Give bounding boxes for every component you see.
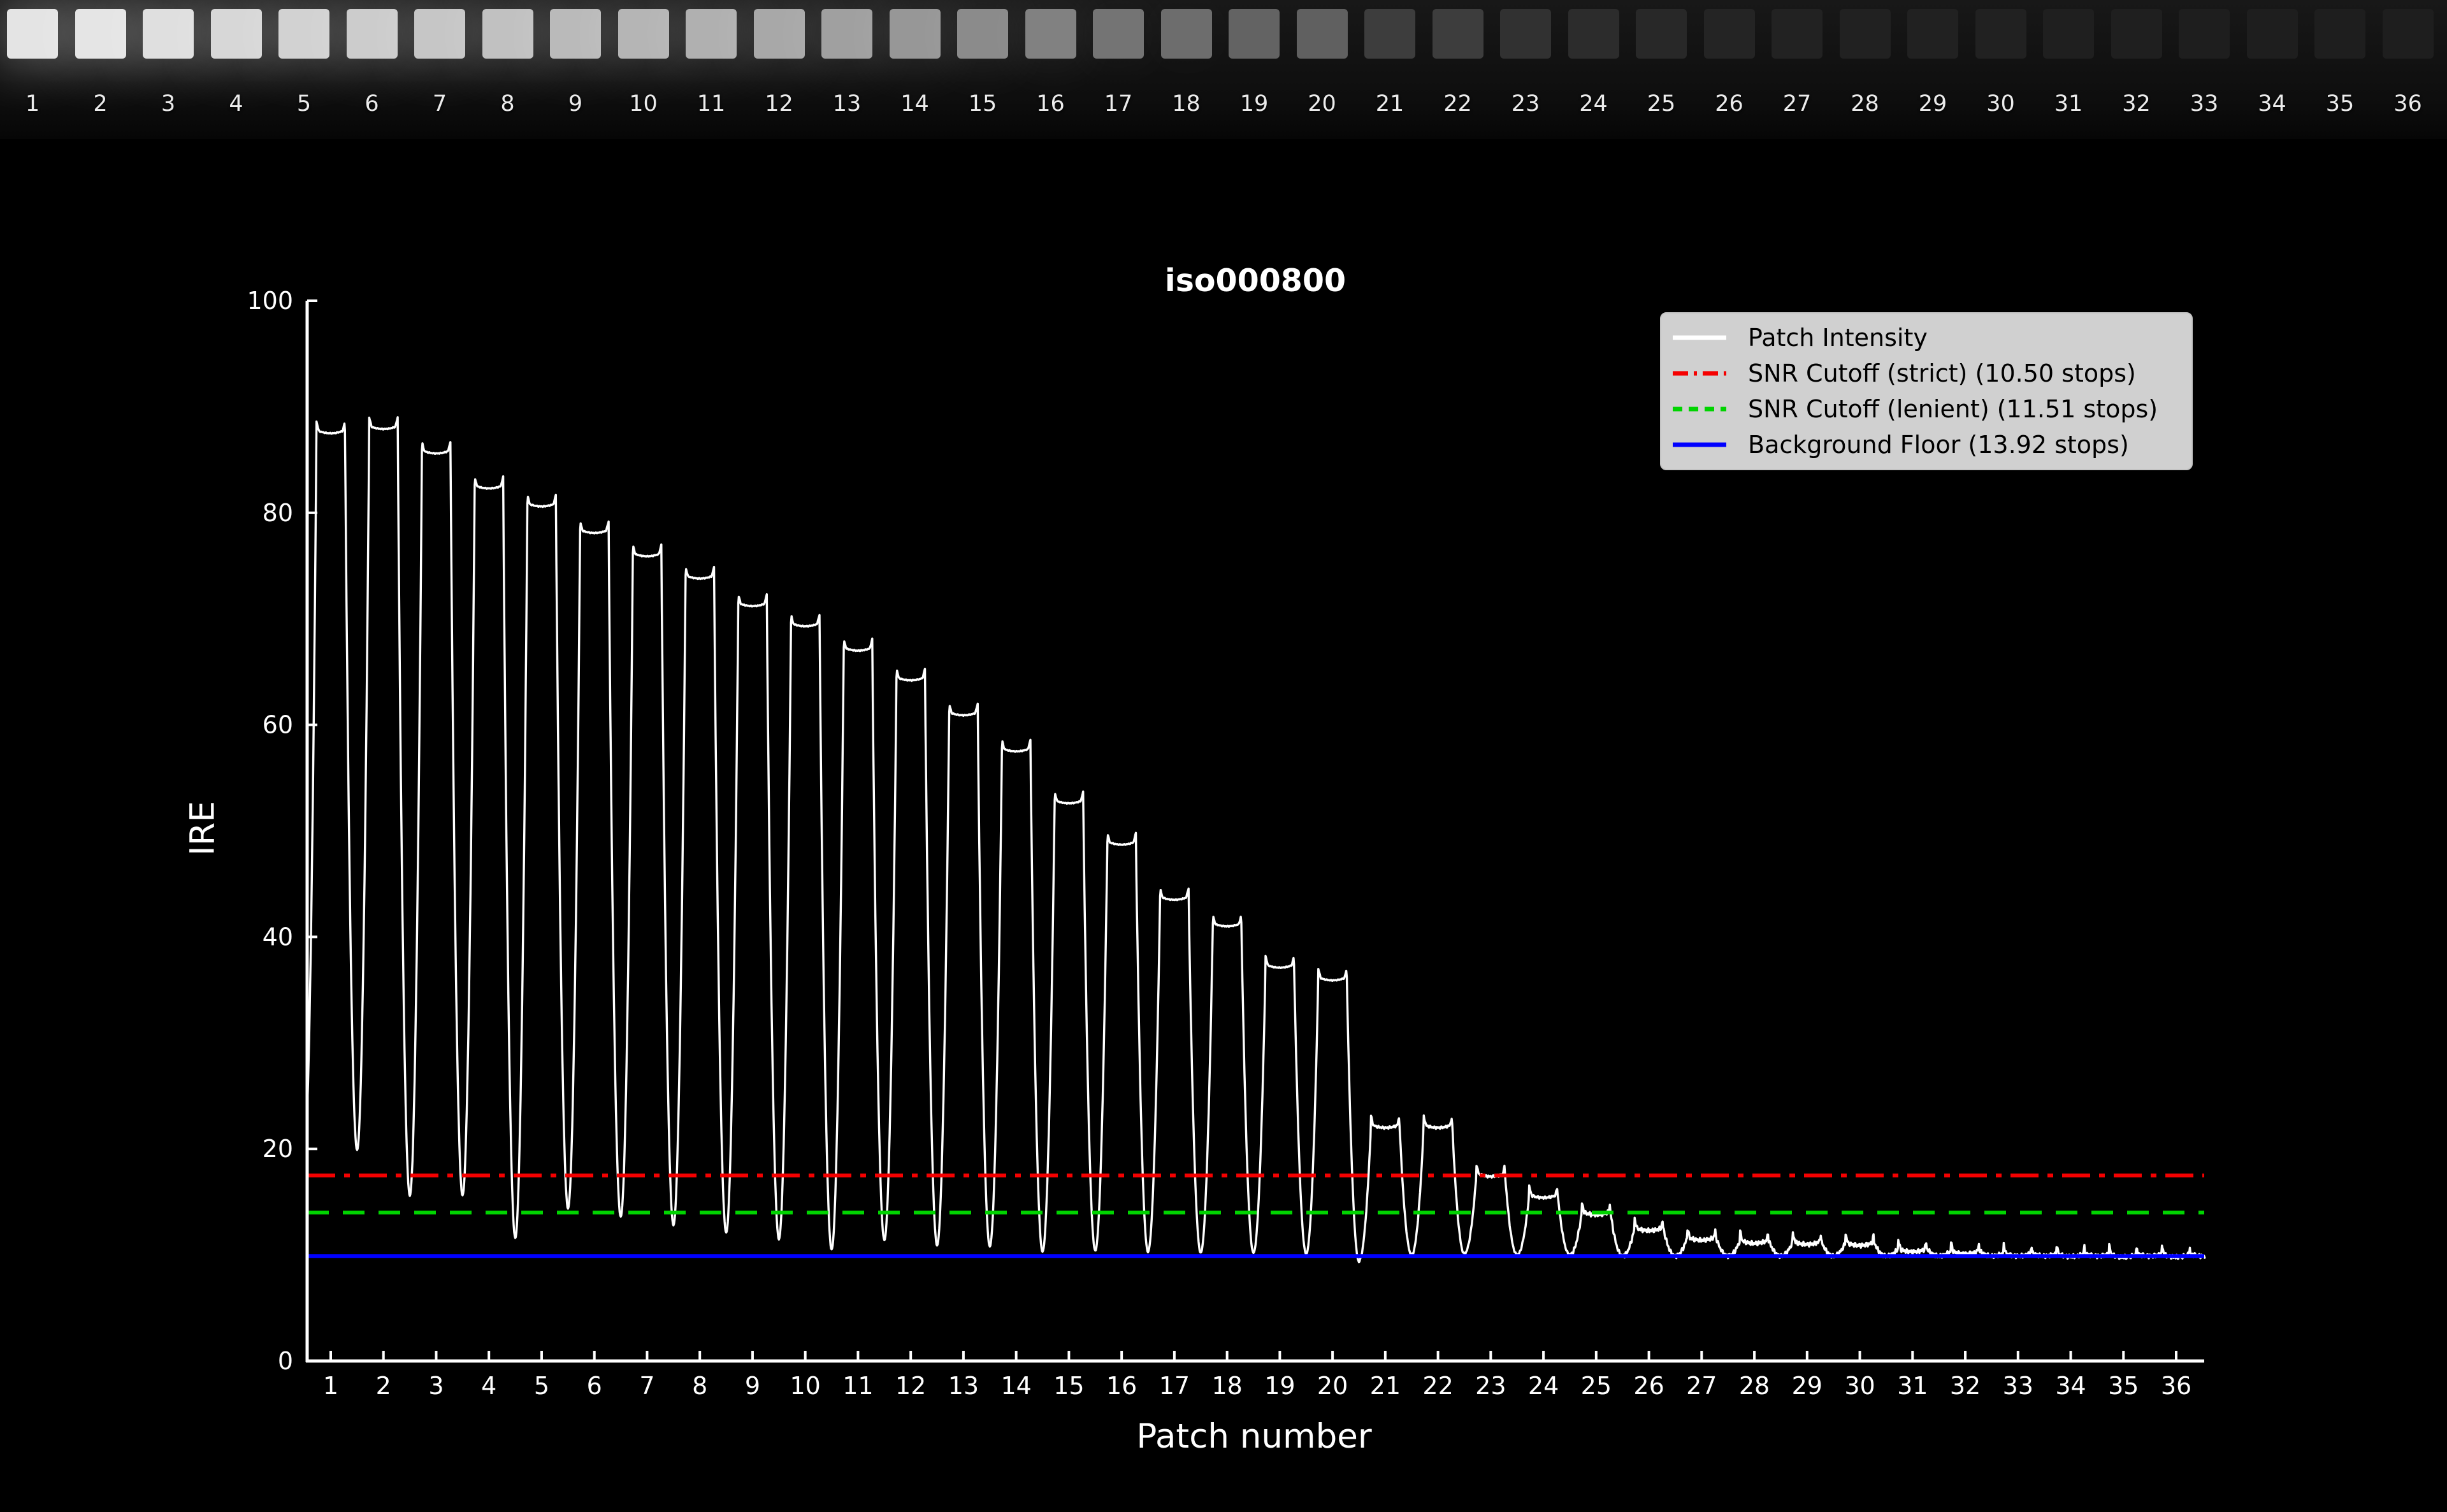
x-tick-label: 7 bbox=[639, 1372, 654, 1400]
x-tick-label: 11 bbox=[842, 1372, 873, 1400]
legend-line-sample bbox=[1673, 442, 1726, 447]
x-tick-label: 20 bbox=[1317, 1372, 1348, 1400]
legend-item: Background Floor (13.92 stops) bbox=[1673, 428, 2180, 462]
x-tick-label: 33 bbox=[2003, 1372, 2033, 1400]
x-tick-label: 19 bbox=[1264, 1372, 1295, 1400]
x-tick-label: 36 bbox=[2161, 1372, 2191, 1400]
y-tick-label: 20 bbox=[263, 1135, 293, 1163]
x-tick-label: 34 bbox=[2055, 1372, 2086, 1400]
x-axis-label: Patch number bbox=[1136, 1417, 1372, 1456]
legend-line-sample bbox=[1673, 407, 1726, 412]
legend-item-label: Background Floor (13.92 stops) bbox=[1748, 431, 2129, 459]
x-tick-label: 18 bbox=[1211, 1372, 1242, 1400]
x-tick-label: 22 bbox=[1422, 1372, 1453, 1400]
x-tick-label: 5 bbox=[534, 1372, 549, 1400]
patch-intensity-trace bbox=[306, 416, 2206, 1264]
x-tick-label: 14 bbox=[1000, 1372, 1031, 1400]
legend-item: SNR Cutoff (strict) (10.50 stops) bbox=[1673, 356, 2180, 391]
y-tick-label: 100 bbox=[247, 287, 293, 315]
y-tick-label: 80 bbox=[263, 499, 293, 527]
x-tick-label: 28 bbox=[1739, 1372, 1770, 1400]
x-tick-label: 24 bbox=[1528, 1372, 1559, 1400]
screenshot-root: 1 2 3 4 5 6 7 8 9 10 11 12 13 14 15 16 17 18 19 20 21 22 23 24 2… bbox=[0, 0, 2447, 1512]
x-tick-label: 13 bbox=[948, 1372, 979, 1400]
x-tick-label: 16 bbox=[1106, 1372, 1137, 1400]
x-tick-label: 3 bbox=[428, 1372, 444, 1400]
x-tick-label: 8 bbox=[692, 1372, 707, 1400]
x-tick-label: 21 bbox=[1370, 1372, 1401, 1400]
x-tick-label: 31 bbox=[1897, 1372, 1928, 1400]
x-tick-label: 12 bbox=[895, 1372, 926, 1400]
y-tick-label: 0 bbox=[278, 1347, 293, 1375]
x-tick-label: 10 bbox=[790, 1372, 821, 1400]
y-tick-label: 60 bbox=[263, 711, 293, 739]
legend-item: SNR Cutoff (lenient) (11.51 stops) bbox=[1673, 392, 2180, 426]
x-tick-label: 2 bbox=[376, 1372, 391, 1400]
x-tick-label: 29 bbox=[1792, 1372, 1823, 1400]
y-axis-label: IRE bbox=[183, 801, 222, 856]
legend-item: Patch Intensity bbox=[1673, 320, 2180, 355]
legend-line-sample bbox=[1673, 335, 1726, 340]
x-tick-label: 6 bbox=[587, 1372, 602, 1400]
legend-line-sample bbox=[1673, 371, 1726, 376]
x-tick-label: 35 bbox=[2108, 1372, 2139, 1400]
x-tick-label: 23 bbox=[1475, 1372, 1506, 1400]
x-tick-label: 4 bbox=[481, 1372, 496, 1400]
x-tick-label: 17 bbox=[1159, 1372, 1190, 1400]
legend-item-label: Patch Intensity bbox=[1748, 324, 1928, 352]
legend-item-label: SNR Cutoff (lenient) (11.51 stops) bbox=[1748, 395, 2158, 423]
x-tick-label: 1 bbox=[323, 1372, 338, 1400]
x-tick-label: 27 bbox=[1686, 1372, 1717, 1400]
y-tick-label: 40 bbox=[263, 923, 293, 951]
x-tick-label: 15 bbox=[1053, 1372, 1084, 1400]
x-tick-label: 32 bbox=[1950, 1372, 1981, 1400]
x-tick-label: 30 bbox=[1844, 1372, 1875, 1400]
legend: Patch Intensity SNR Cutoff (strict) (10.5… bbox=[1660, 312, 2193, 470]
x-tick-label: 25 bbox=[1581, 1372, 1612, 1400]
legend-item-label: SNR Cutoff (strict) (10.50 stops) bbox=[1748, 359, 2136, 387]
x-tick-label: 26 bbox=[1633, 1372, 1664, 1400]
chart-title: iso000800 bbox=[1164, 263, 1346, 299]
x-tick-label: 9 bbox=[745, 1372, 760, 1400]
chart-canvas: 0204060801001 2 3 4 5 6 7 8 9 10 11 12 13 14 15 16 17 18 1… bbox=[247, 287, 2206, 1400]
